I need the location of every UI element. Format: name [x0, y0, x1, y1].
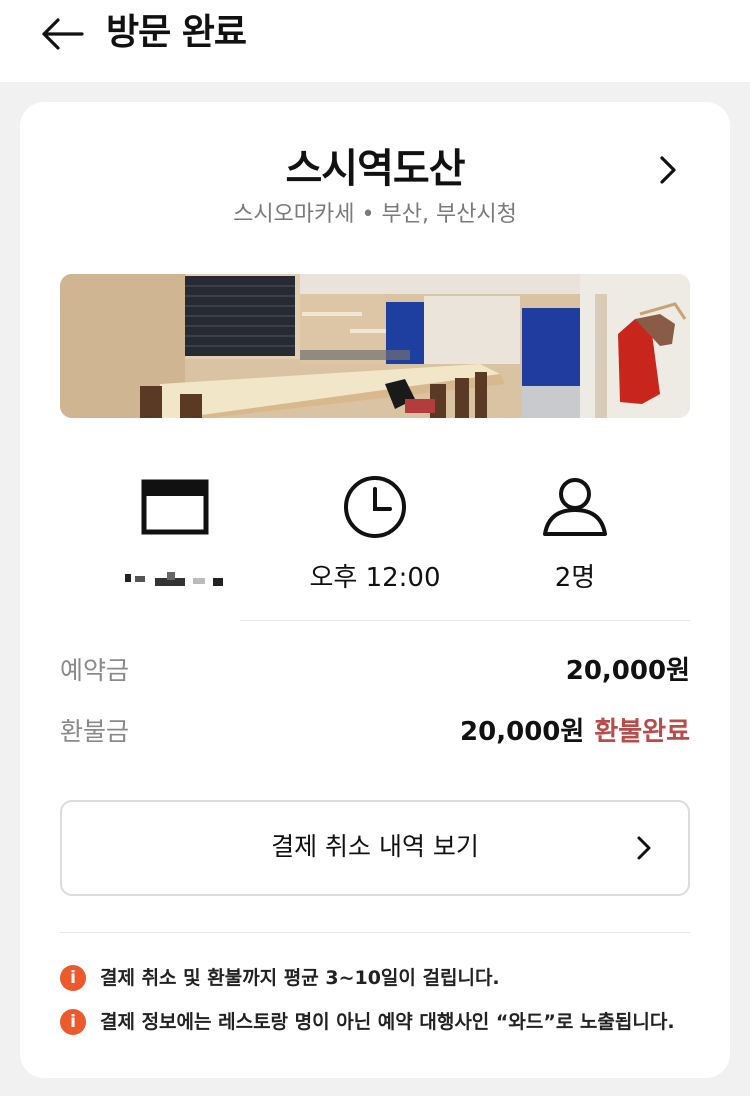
reservation-time-value: 오후 12:00 [309, 563, 441, 593]
notice-item: i 결제 정보에는 레스토랑 명이 아닌 예약 대행사인 “와드”로 노출됩니다… [60, 1008, 675, 1036]
back-button[interactable] [38, 14, 86, 54]
date-blur [125, 572, 223, 586]
reservation-party: 2명 [470, 472, 680, 596]
restaurant-photo [60, 274, 690, 418]
restaurant-detail-button[interactable] [650, 150, 684, 190]
page-title: 방문 완료 [106, 12, 247, 53]
restaurant-subtitle: 스시오마카세 • 부산, 부산시청 [233, 202, 517, 227]
clock-icon [344, 476, 406, 538]
payment-cancel-history-label: 결제 취소 내역 보기 [271, 832, 479, 861]
chevron-right-icon [637, 836, 651, 860]
refund-status-badge: 환불완료 [594, 717, 690, 747]
refund-label: 환불금 [60, 717, 130, 746]
payment-cancel-history-button[interactable]: 결제 취소 내역 보기 [60, 800, 690, 896]
refund-value-row: 20,000원 환불완료 [460, 715, 690, 749]
notice-item: i 결제 취소 및 환불까지 평균 3~10일이 걸립니다. [60, 964, 500, 992]
reservation-party-value: 2명 [554, 563, 596, 593]
info-icon: i [60, 965, 86, 991]
info-icon: i [60, 1009, 86, 1035]
restaurant-name[interactable]: 스시역도산 [20, 142, 730, 196]
divider [60, 932, 690, 933]
reservation-date [70, 472, 280, 596]
notice-text: 결제 정보에는 레스토랑 명이 아닌 예약 대행사인 “와드”로 노출됩니다. [100, 1011, 675, 1033]
refund-value: 20,000원 [460, 717, 585, 747]
divider [240, 620, 690, 621]
chevron-right-icon [660, 156, 676, 184]
reservation-time: 오후 12:00 [270, 472, 480, 596]
reservation-card: 스시역도산 스시오마카세 • 부산, 부산시청 오후 12:00 2명 예약금 … [20, 102, 730, 1078]
arrow-left-icon [42, 18, 84, 50]
notice-text: 결제 취소 및 환불까지 평균 3~10일이 걸립니다. [100, 967, 500, 989]
deposit-value: 20,000원 [565, 656, 690, 686]
top-bar: 방문 완료 [0, 0, 750, 82]
reservation-date-value [70, 560, 280, 596]
calendar-icon [141, 479, 209, 535]
person-icon [543, 478, 607, 536]
deposit-label: 예약금 [60, 656, 130, 685]
